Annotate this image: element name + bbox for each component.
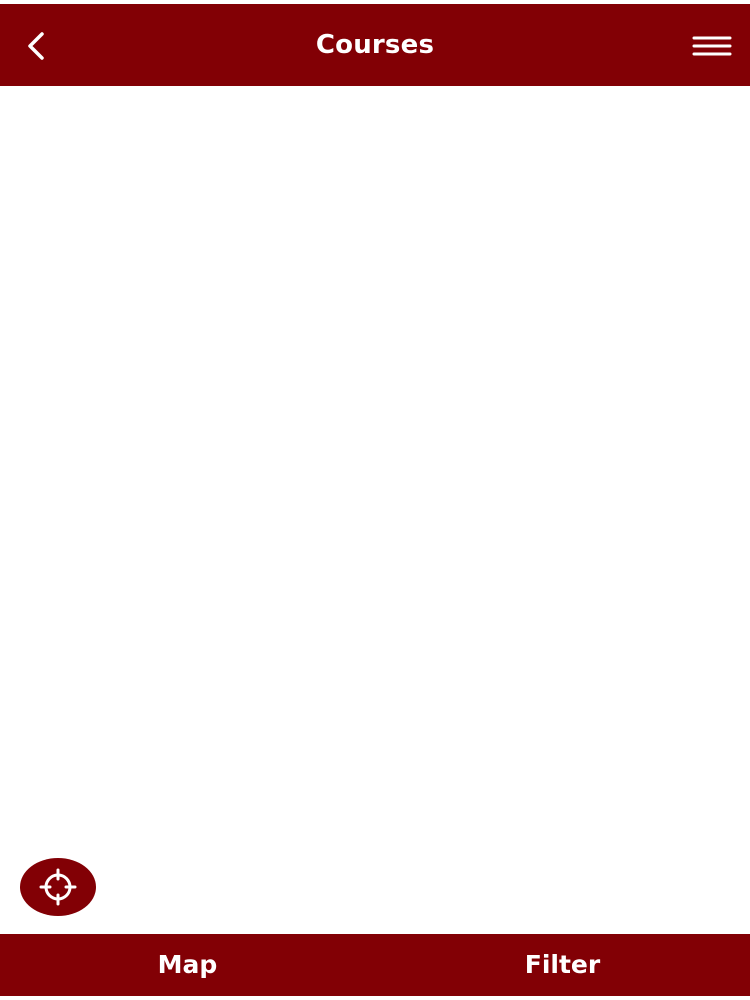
tab-map[interactable]: Map (0, 934, 375, 996)
bottom-edge (0, 996, 750, 1000)
back-button[interactable] (14, 24, 58, 68)
crosshair-locate-icon (39, 868, 77, 906)
page-title: Courses (315, 30, 435, 60)
map-view[interactable] (0, 86, 750, 934)
locate-me-button[interactable] (20, 858, 96, 916)
menu-button[interactable] (690, 24, 734, 68)
tab-filter[interactable]: Filter (375, 934, 750, 996)
hamburger-menu-icon (692, 36, 732, 56)
bottom-tab-bar: Map Filter (0, 934, 750, 996)
courses-screen: Courses Map Filter (0, 0, 750, 1000)
chevron-left-icon (28, 32, 44, 60)
top-app-bar: Courses (0, 4, 750, 86)
